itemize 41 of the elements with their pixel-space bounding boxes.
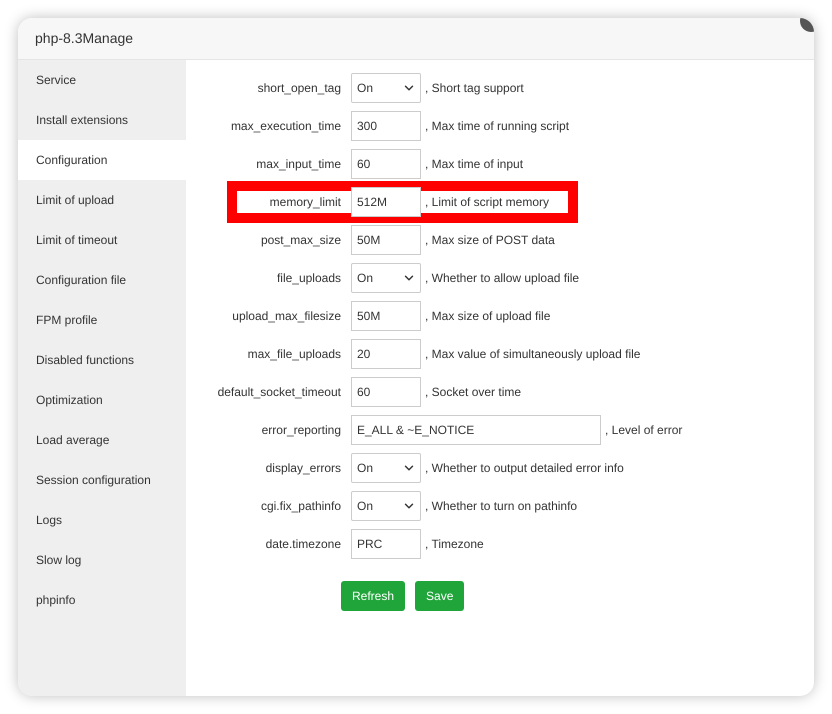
dropdown[interactable]: On bbox=[351, 453, 421, 483]
dropdown[interactable]: On bbox=[351, 491, 421, 521]
setting-label: display_errors bbox=[264, 460, 341, 477]
input-field[interactable]: 300 bbox=[351, 111, 421, 141]
setting-label: default_socket_timeout bbox=[216, 384, 341, 401]
setting-label: error_reporting bbox=[260, 422, 341, 439]
setting-label: max_file_uploads bbox=[246, 346, 341, 363]
setting-description: , Short tag support bbox=[425, 80, 524, 97]
input-field[interactable]: 60 bbox=[351, 377, 421, 407]
input-field[interactable]: 512M bbox=[351, 187, 421, 217]
window-title: php-8.3Manage bbox=[35, 29, 134, 48]
dropdown[interactable]: On bbox=[351, 73, 421, 103]
setting-description: , Timezone bbox=[425, 536, 484, 553]
setting-label: max_execution_time bbox=[230, 118, 341, 135]
sidebar-item[interactable]: Configuration bbox=[18, 140, 186, 180]
setting-label: short_open_tag bbox=[256, 80, 341, 97]
input-field[interactable]: 50M bbox=[351, 301, 421, 331]
input-field[interactable]: 20 bbox=[351, 339, 421, 369]
setting-description: , Max value of simultaneously upload file bbox=[425, 346, 640, 363]
setting-label: cgi.fix_pathinfo bbox=[260, 498, 341, 515]
setting-description: , Max size of POST data bbox=[425, 232, 555, 249]
setting-label: upload_max_filesize bbox=[231, 308, 341, 325]
setting-label: max_input_time bbox=[255, 156, 341, 173]
setting-description: , Whether to turn on pathinfo bbox=[425, 498, 578, 515]
input-field[interactable]: 50M bbox=[351, 225, 421, 255]
setting-label: post_max_size bbox=[260, 232, 341, 249]
input-field[interactable]: PRC bbox=[351, 529, 421, 559]
setting-description: , Max time of running script bbox=[425, 118, 570, 135]
setting-label: date.timezone bbox=[264, 536, 341, 553]
setting-description: , Whether to allow upload file bbox=[425, 270, 580, 287]
setting-description: , Limit of script memory bbox=[425, 194, 550, 211]
setting-description: , Max size of upload file bbox=[425, 308, 550, 325]
setting-description: , Max time of input bbox=[425, 156, 524, 173]
input-field[interactable]: E_ALL & ~E_NOTICE bbox=[351, 415, 601, 445]
setting-description: , Level of error bbox=[605, 422, 682, 439]
setting-label: file_uploads bbox=[276, 270, 341, 287]
dropdown[interactable]: On bbox=[351, 263, 421, 293]
setting-description: , Whether to output detailed error info bbox=[425, 460, 624, 477]
setting-label: memory_limit bbox=[268, 194, 341, 211]
setting-description: , Socket over time bbox=[425, 384, 522, 401]
input-field[interactable]: 60 bbox=[351, 149, 421, 179]
